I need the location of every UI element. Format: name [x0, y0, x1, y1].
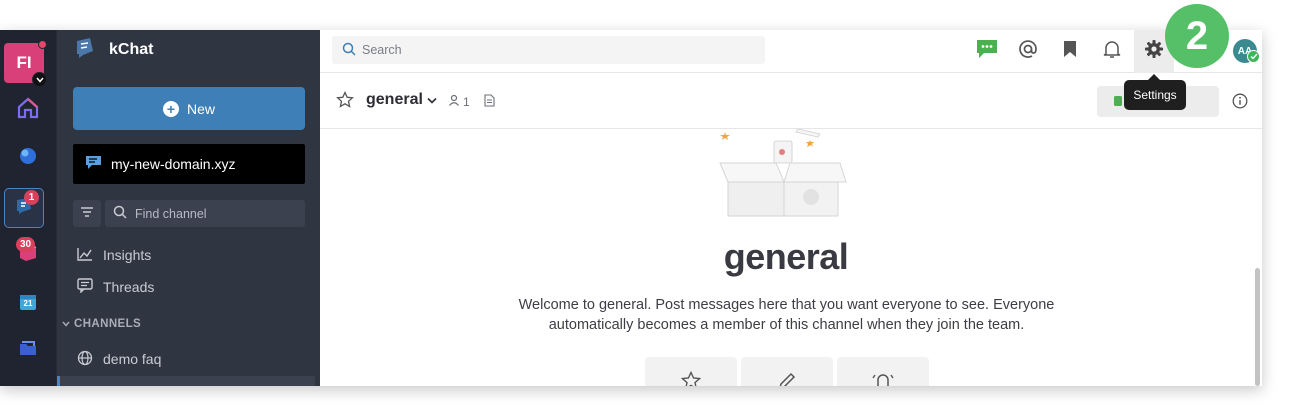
pencil-icon: [777, 371, 797, 386]
top-bar: Search AA: [320, 30, 1262, 73]
home-icon: [16, 96, 40, 125]
info-icon[interactable]: [1232, 93, 1248, 114]
search-icon: [113, 205, 127, 222]
rail-folder[interactable]: [8, 330, 48, 370]
edit-header-action[interactable]: [741, 357, 833, 386]
globe-icon: [77, 350, 93, 369]
sidebar-item-insights[interactable]: Insights: [77, 243, 151, 267]
chat-bubble-icon: [85, 155, 102, 173]
rail-drive[interactable]: [8, 138, 48, 178]
saved-button[interactable]: [1055, 36, 1085, 66]
settings-tooltip: Settings: [1124, 80, 1186, 110]
mail-unread-badge: 30: [16, 237, 36, 252]
sidebar-item-label: Insights: [103, 247, 152, 263]
find-channel-input[interactable]: Find channel: [105, 200, 305, 227]
empty-box-illustration: [719, 129, 847, 217]
step-number-badge: 2: [1165, 4, 1229, 68]
search-input[interactable]: Search: [332, 36, 765, 64]
channel-sidebar: kChat + New my-new-domain.xyz Find chann…: [56, 30, 320, 386]
gear-icon: [1144, 39, 1164, 64]
channel-name: general: [366, 91, 423, 108]
sidebar-item-label: demo faq: [103, 351, 162, 367]
bell-ring-icon: [872, 371, 894, 386]
channel-intro: general Welcome to general. Post message…: [320, 129, 1262, 386]
bookmark-icon: [1063, 40, 1077, 63]
files-icon[interactable]: [484, 94, 495, 112]
intro-title: general: [723, 236, 849, 277]
filter-button[interactable]: [73, 200, 101, 227]
mentions-button[interactable]: [1013, 36, 1043, 66]
chat-icon: [976, 39, 998, 64]
main-area: Search AA general 1 general Welcome to g…: [320, 30, 1262, 386]
intro-description: Welcome to general. Post messages here t…: [518, 297, 1055, 333]
drive-icon: [17, 145, 39, 172]
sidebar-item-threads[interactable]: Threads: [77, 275, 154, 299]
favorite-action[interactable]: [645, 357, 737, 386]
sidebar-item-label: Threads: [103, 279, 155, 295]
sidebar-header: kChat: [57, 30, 321, 70]
notifications-button[interactable]: [1097, 36, 1127, 66]
threads-icon: [77, 278, 93, 296]
call-icon: [1113, 94, 1123, 110]
chat-button[interactable]: [972, 36, 1002, 66]
sidebar-title: kChat: [109, 41, 154, 58]
mention-icon: [1018, 39, 1038, 64]
member-icon: [448, 94, 460, 109]
kchat-logo-icon: [73, 36, 97, 65]
find-channel-placeholder: Find channel: [135, 206, 207, 221]
status-online-icon: [1247, 50, 1260, 63]
star-icon: [680, 370, 702, 386]
channel-header: general 1 ll: [320, 73, 1262, 129]
domain-item-label: my-new-domain.xyz: [111, 156, 236, 172]
bell-icon: [1103, 39, 1121, 64]
scrollbar[interactable]: [1255, 268, 1260, 386]
member-count-button[interactable]: 1: [448, 94, 470, 109]
rail-home[interactable]: [8, 90, 48, 130]
insights-icon: [77, 247, 93, 264]
sidebar-item-demo-faq[interactable]: demo faq: [77, 347, 161, 371]
workspace-notification-dot: [38, 40, 47, 49]
chevron-down-icon: [427, 91, 437, 109]
chevron-down-icon: [62, 318, 70, 330]
channels-section-header[interactable]: CHANNELS: [62, 318, 141, 330]
notification-preferences-action[interactable]: [837, 357, 929, 386]
folder-icon: [17, 337, 39, 364]
calendar-day: 21: [23, 299, 33, 308]
search-icon: [342, 42, 356, 59]
kchat-unread-badge: 1: [24, 190, 39, 205]
new-button[interactable]: + New: [73, 87, 305, 130]
chevron-down-icon[interactable]: [32, 72, 47, 87]
rail-calendar[interactable]: 21: [8, 282, 48, 322]
member-count: 1: [463, 94, 470, 109]
filter-icon: [80, 205, 94, 223]
channel-name-dropdown[interactable]: general: [366, 91, 437, 109]
calendar-icon: 21: [18, 292, 38, 312]
new-button-label: New: [186, 100, 215, 117]
channels-heading: CHANNELS: [74, 318, 142, 330]
sidebar-item-active[interactable]: [57, 376, 315, 386]
star-icon[interactable]: [336, 90, 354, 114]
domain-item[interactable]: my-new-domain.xyz: [73, 144, 305, 184]
app-window: FI 1 30 21 kChat + New my-new-domain.xyz…: [0, 30, 1262, 386]
team-rail: FI 1 30 21: [0, 30, 56, 386]
plus-icon: +: [162, 100, 179, 117]
search-placeholder: Search: [362, 43, 402, 57]
